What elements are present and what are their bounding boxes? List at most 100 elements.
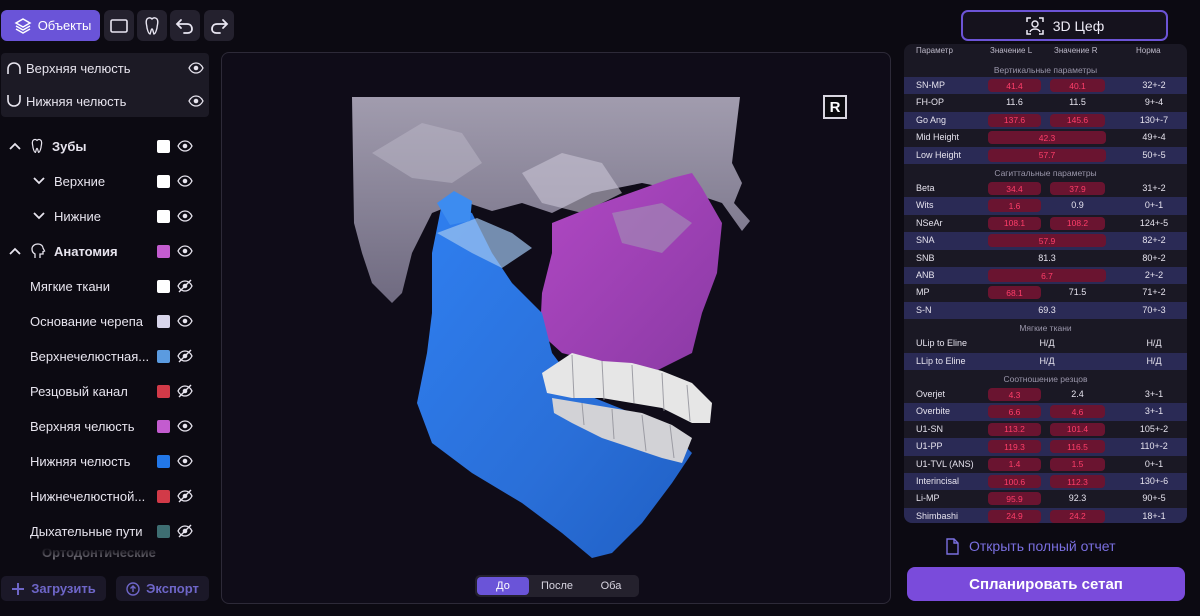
- lower-jaw-row[interactable]: Нижняя челюсть: [6, 88, 126, 114]
- table-row: SNB 81.3 80+-2: [904, 249, 1187, 267]
- tooth-view-button[interactable]: [137, 10, 167, 41]
- load-button[interactable]: Загрузить: [1, 576, 106, 601]
- color-swatch[interactable]: [157, 455, 170, 468]
- upper-jaw-row[interactable]: Верхняя челюсть: [6, 55, 131, 81]
- chevron-down-icon[interactable]: [32, 176, 46, 186]
- color-swatch[interactable]: [157, 315, 170, 328]
- param-value-r: 40.1: [1050, 79, 1105, 92]
- eye-icon[interactable]: [177, 173, 193, 189]
- table-row: Beta 34.4 37.9 31+-2: [904, 180, 1187, 198]
- param-name: MP: [916, 287, 930, 298]
- color-swatch[interactable]: [157, 350, 170, 363]
- color-swatch[interactable]: [157, 525, 170, 538]
- color-swatch[interactable]: [157, 210, 170, 223]
- param-value-l: 137.6: [988, 113, 1041, 127]
- open-report-label: Открыть полный отчет: [969, 538, 1116, 554]
- eye-icon[interactable]: [177, 208, 193, 224]
- param-name: SN-MP: [916, 80, 945, 90]
- redo-button[interactable]: [204, 10, 234, 41]
- anatomy-item[interactable]: Основание черепа: [30, 308, 152, 334]
- eye-icon[interactable]: [177, 313, 193, 329]
- orientation-badge: R: [823, 95, 847, 119]
- color-swatch[interactable]: [157, 280, 170, 293]
- teeth-lower-label: Нижние: [54, 208, 102, 224]
- anatomy-section-row[interactable]: Анатомия: [8, 238, 118, 264]
- table-row: FH-OP 11.6 11.5 9+-4: [904, 94, 1187, 112]
- eye-icon[interactable]: [177, 243, 193, 259]
- param-name: SNA: [916, 235, 935, 246]
- eye-off-icon[interactable]: [177, 523, 193, 539]
- param-value-l: 113.2: [988, 422, 1041, 436]
- header-norm: Норма: [1136, 46, 1161, 55]
- param-name: FH-OP: [916, 97, 944, 108]
- eye-off-icon[interactable]: [177, 278, 193, 294]
- color-swatch[interactable]: [157, 140, 170, 153]
- anatomy-item[interactable]: Нижнечелюстной...: [30, 483, 152, 509]
- before-after-switch[interactable]: До После Оба: [475, 575, 639, 597]
- plan-setup-button[interactable]: Спланировать сетап: [907, 567, 1185, 601]
- export-label: Экспорт: [146, 581, 199, 596]
- 3d-cef-button[interactable]: 3D Цеф: [961, 10, 1168, 41]
- param-norm: 71+-2: [1142, 287, 1166, 298]
- color-swatch[interactable]: [157, 490, 170, 503]
- eye-icon[interactable]: [177, 418, 193, 434]
- param-value-l: 95.9: [988, 492, 1041, 506]
- lower-jaw-label: Нижняя челюсть: [26, 93, 127, 109]
- color-swatch[interactable]: [157, 245, 170, 258]
- param-name: Li-MP: [916, 493, 940, 504]
- cephalometric-table: Параметр Значение L Значение R Норма Вер…: [904, 44, 1187, 523]
- color-swatch[interactable]: [157, 420, 170, 433]
- param-name: LLip to Eline: [916, 355, 966, 366]
- param-value-r: 2.4: [1071, 389, 1084, 399]
- table-row: Li-MP 95.9 92.3 90+-5: [904, 490, 1187, 508]
- 3d-viewport[interactable]: R До После Оба: [221, 52, 891, 604]
- chevron-up-icon[interactable]: [8, 141, 22, 151]
- anatomy-item[interactable]: Дыхательные пути: [30, 518, 152, 544]
- color-swatch[interactable]: [157, 175, 170, 188]
- skull-model[interactable]: [222, 53, 891, 604]
- eye-icon[interactable]: [177, 453, 193, 469]
- param-value-l: 24.9: [988, 509, 1041, 523]
- head-profile-icon: [31, 243, 46, 258]
- teeth-label: Зубы: [52, 138, 87, 154]
- anatomy-item[interactable]: Мягкие ткани: [30, 273, 152, 299]
- eye-icon[interactable]: [188, 93, 204, 109]
- seg-both[interactable]: Оба: [585, 577, 637, 595]
- param-value-r: 24.2: [1050, 509, 1105, 523]
- teeth-lower-row[interactable]: Нижние: [32, 203, 101, 229]
- param-value-l: 41.4: [988, 79, 1041, 92]
- color-swatch[interactable]: [157, 385, 170, 398]
- open-report-link[interactable]: Открыть полный отчет: [945, 535, 1116, 557]
- undo-icon: [175, 18, 193, 34]
- chevron-down-icon[interactable]: [32, 211, 46, 221]
- teeth-section-row[interactable]: Зубы: [8, 133, 87, 159]
- anatomy-item[interactable]: Верхнечелюстная...: [30, 343, 152, 369]
- seg-after[interactable]: После: [529, 577, 585, 595]
- param-value-r: 116.5: [1050, 440, 1105, 454]
- seg-before[interactable]: До: [477, 577, 529, 595]
- chevron-up-icon[interactable]: [8, 246, 22, 256]
- anatomy-item[interactable]: Нижняя челюсть: [30, 448, 152, 474]
- eye-off-icon[interactable]: [177, 383, 193, 399]
- undo-button[interactable]: [170, 10, 200, 41]
- document-icon: [946, 537, 959, 555]
- param-name: Beta: [916, 183, 935, 193]
- eye-off-icon[interactable]: [177, 348, 193, 364]
- header-value-r: Значение R: [1054, 46, 1098, 55]
- teeth-upper-row[interactable]: Верхние: [32, 168, 105, 194]
- eye-icon[interactable]: [177, 138, 193, 154]
- anatomy-item[interactable]: Резцовый канал: [30, 378, 152, 404]
- param-value-r: 37.9: [1050, 182, 1105, 195]
- param-value-r: 108.2: [1050, 216, 1105, 230]
- param-norm: 124+-5: [1139, 217, 1169, 228]
- param-value-l: 1.6: [988, 199, 1041, 213]
- eye-off-icon[interactable]: [177, 488, 193, 504]
- objects-button[interactable]: Объекты: [1, 10, 100, 41]
- eye-icon[interactable]: [188, 60, 204, 76]
- param-norm: 49+-4: [1142, 132, 1166, 143]
- export-button[interactable]: Экспорт: [116, 576, 209, 601]
- param-value-r: 1.5: [1050, 457, 1105, 471]
- frame-button[interactable]: [104, 10, 134, 41]
- anatomy-item[interactable]: Верхняя челюсть: [30, 413, 152, 439]
- scroll-fade: [0, 548, 215, 566]
